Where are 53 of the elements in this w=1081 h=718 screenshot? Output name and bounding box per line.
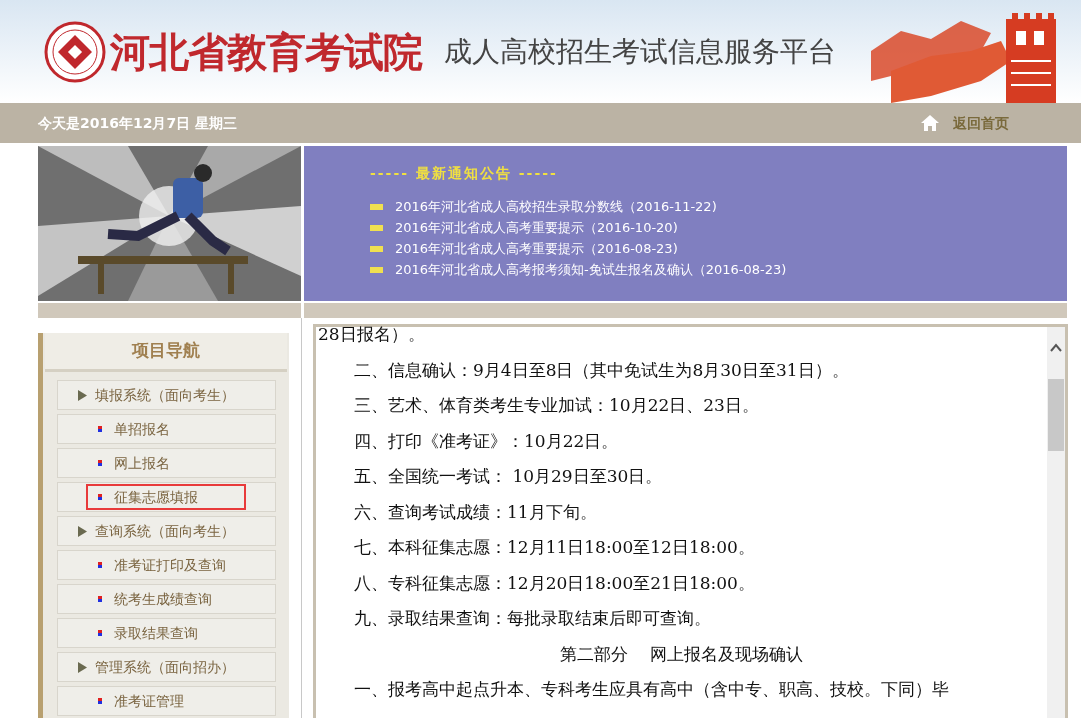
dot-icon [98, 460, 102, 466]
nav-group-label: 填报系统（面向考生） [95, 385, 235, 405]
date-text: 今天是2016年12月7日 星期三 [38, 113, 238, 133]
nav-link-label: 录取结果查询 [114, 623, 198, 643]
dot-icon [98, 698, 102, 704]
nav-link-label: 网上报名 [114, 453, 170, 473]
content-line: 四、打印《准考证》：10月22日。 [353, 429, 620, 453]
nav-link-label: 准考证打印及查询 [114, 555, 226, 575]
content-line: 九、录取结果查询：每批录取结束后即可查询。 [353, 607, 712, 630]
triangle-icon [78, 389, 87, 401]
nav-link[interactable]: 征集志愿填报 [86, 484, 246, 510]
nav-title: 项目导航 [45, 333, 287, 372]
content-line: 八、专科征集志愿：12月20日18:00至21日18:00。 [353, 571, 756, 595]
nav-link-label: 单招报名 [114, 419, 170, 439]
org-name: 河北省教育考试院 [110, 31, 422, 72]
nav-group-item[interactable]: 管理系统（面向招办） [57, 652, 276, 682]
dot-icon [98, 494, 102, 500]
scrollbar[interactable] [1047, 327, 1065, 718]
bullet-icon [370, 203, 383, 210]
nav-group-item[interactable]: 填报系统（面向考生） [57, 380, 276, 410]
scroll-up-icon[interactable] [1050, 343, 1062, 353]
triangle-icon [78, 525, 87, 537]
notice-link[interactable]: 2016年河北省成人高校招生录取分数线（2016-11-22) [395, 196, 717, 217]
platform-title: 成人高校招生考试信息服务平台 [444, 37, 836, 66]
home-icon[interactable] [921, 115, 939, 131]
content-line: 二、信息确认：9月4日至8日（其中免试生为8月30日至31日）。 [353, 358, 850, 382]
emblem-logo [44, 20, 106, 83]
notice-link[interactable]: 2016年河北省成人高考重要提示（2016-10-20) [395, 217, 678, 238]
scrollbar-thumb[interactable] [1048, 379, 1064, 451]
content-line: 六、查询考试成绩：11月下旬。 [353, 500, 598, 524]
content-line: 一、报考高中起点升本、专科考生应具有高中（含中专、职高、技校。下同）毕 [353, 678, 950, 701]
dot-icon [98, 630, 102, 636]
bullet-icon [370, 266, 383, 273]
dot-icon [98, 562, 102, 568]
content-line: 五、全国统一考试： 10月29日至30日。 [353, 465, 664, 488]
content-line: 三、艺术、体育类考生专业加试：10月22日、23日。 [353, 394, 760, 417]
content-line: 七、本科征集志愿：12月11日18:00至12日18:00。 [353, 536, 756, 559]
section-heading: 第二部分 网上报名及现场确认 [558, 642, 805, 666]
notice-title: ----- 最新通知公告 ----- [370, 164, 559, 183]
triangle-icon [78, 661, 87, 673]
notice-link[interactable]: 2016年河北省成人高考重要提示（2016-08-23) [395, 238, 678, 259]
nav-link-label: 征集志愿填报 [114, 487, 198, 507]
bullet-icon [370, 245, 383, 252]
nav-link-label: 统考生成绩查询 [114, 589, 212, 609]
dot-icon [98, 426, 102, 432]
nav-group-label: 查询系统（面向考生） [95, 521, 235, 541]
bullet-icon [370, 224, 383, 231]
nav-group-item[interactable]: 查询系统（面向考生） [57, 516, 276, 546]
nav-link-label: 准考证管理 [114, 691, 184, 711]
dot-icon [98, 596, 102, 602]
content-line: 28日报名）。 [317, 323, 426, 346]
notice-link[interactable]: 2016年河北省成人高考报考须知-免试生报名及确认（2016-08-23) [395, 259, 787, 280]
nav-group-label: 管理系统（面向招办） [95, 657, 235, 677]
